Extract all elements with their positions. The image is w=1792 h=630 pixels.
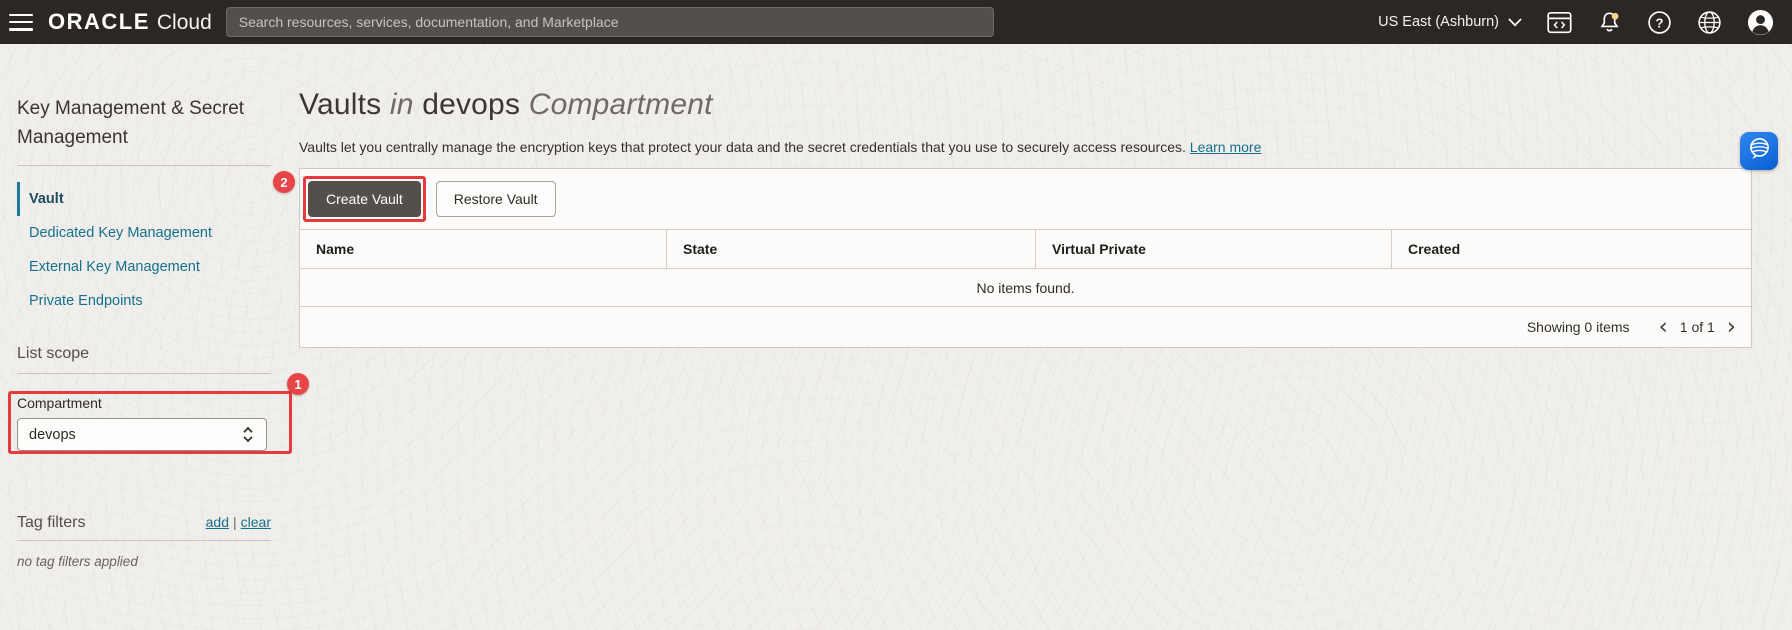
column-header-state[interactable]: State <box>666 230 1035 268</box>
language-globe-icon[interactable] <box>1697 10 1722 35</box>
title-suffix: Compartment <box>529 88 713 121</box>
restore-vault-button[interactable]: Restore Vault <box>436 181 556 217</box>
main-content: Vaults in devops Compartment Vaults let … <box>296 44 1792 630</box>
tag-links-separator: | <box>233 514 237 530</box>
global-search[interactable] <box>226 7 994 37</box>
showing-items-text: Showing 0 items <box>1527 319 1630 335</box>
user-avatar[interactable] <box>1747 9 1774 36</box>
brand-oracle: ORACLE <box>48 9 150 35</box>
svg-text:?: ? <box>1656 15 1664 30</box>
search-input[interactable] <box>239 14 981 30</box>
learn-more-link[interactable]: Learn more <box>1190 139 1262 155</box>
sidebar-nav: Vault Dedicated Key Management External … <box>17 182 271 318</box>
assistant-chat-button[interactable] <box>1740 132 1778 170</box>
select-chevrons-icon <box>241 426 255 443</box>
list-scope-heading: List scope <box>17 345 296 363</box>
oracle-cloud-console: ORACLE Cloud US East (Ashburn) <box>0 0 1792 630</box>
sidebar-item-vault[interactable]: Vault <box>17 182 271 216</box>
page-body: Key Management & Secret Management Vault… <box>0 44 1792 630</box>
sidebar-item-dedicated-key-management[interactable]: Dedicated Key Management <box>17 216 271 250</box>
pagination: ‹ 1 of 1 › <box>1657 316 1738 339</box>
pagination-prev-icon[interactable]: ‹ <box>1657 316 1670 339</box>
sidebar-item-external-key-management[interactable]: External Key Management <box>17 250 271 284</box>
top-navigation-bar: ORACLE Cloud US East (Ashburn) <box>0 0 1792 44</box>
column-header-name[interactable]: Name <box>300 230 666 268</box>
tag-filters-empty-text: no tag filters applied <box>17 554 296 569</box>
cloud-shell-icon[interactable] <box>1547 11 1572 34</box>
sidebar-item-private-endpoints[interactable]: Private Endpoints <box>17 284 271 318</box>
compartment-selected-value: devops <box>29 427 76 443</box>
topbar-actions: US East (Ashburn) <box>1378 9 1774 36</box>
tag-filter-clear-link[interactable]: clear <box>241 514 271 530</box>
create-vault-button[interactable]: Create Vault <box>308 181 421 217</box>
region-selector[interactable]: US East (Ashburn) <box>1378 14 1522 30</box>
compartment-select[interactable]: devops <box>17 418 267 451</box>
service-sidebar: Key Management & Secret Management Vault… <box>0 44 296 630</box>
compartment-label: Compartment <box>17 395 296 411</box>
sidebar-title: Key Management & Secret Management <box>17 94 259 152</box>
page-description: Vaults let you centrally manage the encr… <box>299 139 1792 155</box>
table-empty-message: No items found. <box>300 269 1751 307</box>
hamburger-menu-icon[interactable] <box>9 14 33 31</box>
help-icon[interactable]: ? <box>1647 10 1672 35</box>
list-scope-divider <box>17 373 271 374</box>
vaults-table-panel: Create Vault Restore Vault Name State Vi… <box>299 168 1752 348</box>
table-toolbar: Create Vault Restore Vault <box>300 169 1751 229</box>
brand-cloud: Cloud <box>157 11 212 35</box>
column-header-created[interactable]: Created <box>1391 230 1751 268</box>
title-subject: Vaults <box>299 88 381 121</box>
description-text: Vaults let you centrally manage the encr… <box>299 139 1186 155</box>
tag-filters-header: Tag filters add|clear <box>17 514 271 532</box>
annotation-step-1-badge: 1 <box>287 373 309 395</box>
notifications-bell-icon[interactable] <box>1597 10 1622 35</box>
title-compartment-name: devops <box>422 88 520 121</box>
table-footer: Showing 0 items ‹ 1 of 1 › <box>300 307 1751 347</box>
oracle-cloud-logo[interactable]: ORACLE Cloud <box>48 9 212 35</box>
tag-filters-heading: Tag filters <box>17 514 85 532</box>
create-vault-annotation-outline: Create Vault <box>303 176 426 222</box>
region-label: US East (Ashburn) <box>1378 14 1499 30</box>
column-header-virtual-private[interactable]: Virtual Private <box>1035 230 1391 268</box>
chevron-down-icon <box>1508 18 1522 27</box>
title-connector: in <box>390 88 414 121</box>
table-header-row: Name State Virtual Private Created <box>300 229 1751 269</box>
annotation-step-2-badge: 2 <box>273 171 295 193</box>
tag-filters-divider <box>17 540 271 541</box>
tag-filter-add-link[interactable]: add <box>206 514 229 530</box>
assistant-chat-icon <box>1746 135 1773 167</box>
sidebar-divider <box>17 165 271 166</box>
pagination-page-indicator: 1 of 1 <box>1680 319 1715 335</box>
pagination-next-icon[interactable]: › <box>1725 316 1738 339</box>
page-title: Vaults in devops Compartment <box>299 88 1792 122</box>
